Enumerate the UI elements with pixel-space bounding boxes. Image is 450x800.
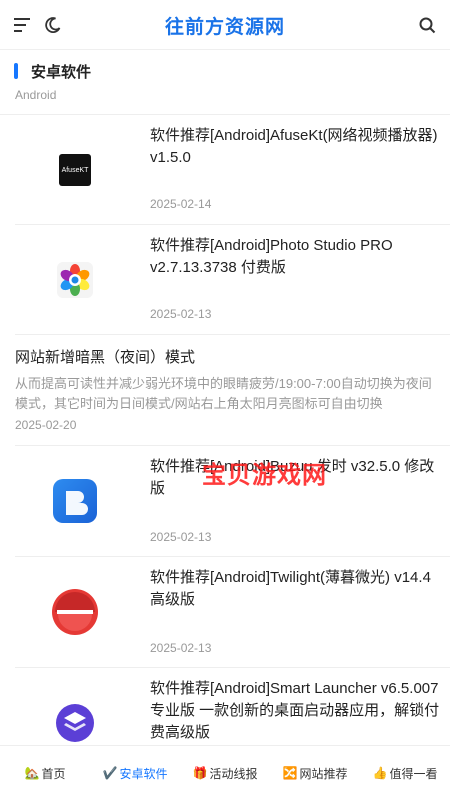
nav-label: 值得一看 bbox=[389, 766, 438, 781]
home-icon: 🏡 bbox=[24, 766, 40, 780]
section-subtitle: Android bbox=[15, 88, 57, 102]
afusekt-logo: AfuseKT bbox=[59, 154, 91, 186]
nav-home[interactable]: 🏡 首页 bbox=[0, 746, 90, 800]
item-date: 2025-02-13 bbox=[150, 530, 212, 544]
list-item[interactable]: 软件推荐[Android]Twilight(薄暮微光) v14.4 高级版 20… bbox=[0, 557, 450, 668]
post-excerpt: 从而提高可读性并减少弱光环境中的眼睛疲劳/19:00-7:00自动切换为夜间模式… bbox=[15, 376, 432, 411]
section-title: 安卓软件 bbox=[31, 63, 92, 81]
accent-bar bbox=[14, 63, 18, 79]
watermark: 宝贝游戏网 bbox=[202, 462, 327, 489]
thumbs-up-icon: 👍 bbox=[372, 766, 388, 780]
list-item[interactable]: 软件推荐[Android]Smart Launcher v6.5.007 专业版… bbox=[0, 668, 450, 745]
nav-label: 网站推荐 bbox=[299, 766, 348, 781]
check-icon: ✔️ bbox=[102, 766, 118, 780]
list-item[interactable]: AfuseKT 软件推荐[Android]AfuseKt(网络视频播放器) v1… bbox=[0, 115, 450, 225]
divider bbox=[15, 334, 450, 335]
item-title[interactable]: 软件推荐[Android]AfuseKt(网络视频播放器) v1.5.0 bbox=[150, 125, 440, 169]
site-title[interactable]: 往前方资源网 bbox=[0, 12, 450, 39]
item-title[interactable]: 软件推荐[Android]Smart Launcher v6.5.007 专业版… bbox=[150, 678, 440, 744]
buzuu-app-icon bbox=[42, 468, 108, 534]
twilight-app-icon bbox=[42, 579, 108, 645]
nav-activity[interactable]: 🎁 活动线报 bbox=[180, 746, 270, 800]
item-title[interactable]: 软件推荐[Android]Photo Studio PRO v2.7.13.37… bbox=[150, 235, 440, 279]
nav-label: 活动线报 bbox=[209, 766, 258, 781]
shuffle-icon: 🔀 bbox=[282, 766, 298, 780]
nav-site-recommend[interactable]: 🔀 网站推荐 bbox=[270, 746, 360, 800]
nav-label: 安卓软件 bbox=[119, 766, 168, 781]
nav-android-software[interactable]: ✔️ 安卓软件 bbox=[90, 746, 180, 800]
post-date: 2025-02-20 bbox=[15, 418, 77, 432]
gift-icon: 🎁 bbox=[192, 766, 208, 780]
item-title[interactable]: 软件推荐[Android]Twilight(薄暮微光) v14.4 高级版 bbox=[150, 567, 440, 611]
item-date: 2025-02-14 bbox=[150, 197, 212, 211]
photo-studio-app-icon bbox=[42, 247, 108, 313]
post-title[interactable]: 网站新增暗黑（夜间）模式 bbox=[15, 346, 195, 367]
bottom-nav: 🏡 首页 ✔️ 安卓软件 🎁 活动线报 🔀 网站推荐 👍 值得一看 bbox=[0, 745, 450, 800]
item-date: 2025-02-13 bbox=[150, 307, 212, 321]
search-icon[interactable] bbox=[416, 14, 438, 36]
top-header: 往前方资源网 bbox=[0, 0, 450, 50]
item-date: 2025-02-13 bbox=[150, 641, 212, 655]
list-item[interactable]: 软件推荐[Android]Photo Studio PRO v2.7.13.37… bbox=[0, 225, 450, 335]
afusekt-app-icon: AfuseKT bbox=[42, 137, 108, 203]
section-heading: 安卓软件 bbox=[14, 61, 91, 81]
nav-worth-seeing[interactable]: 👍 值得一看 bbox=[360, 746, 450, 800]
nav-label: 首页 bbox=[41, 766, 66, 781]
